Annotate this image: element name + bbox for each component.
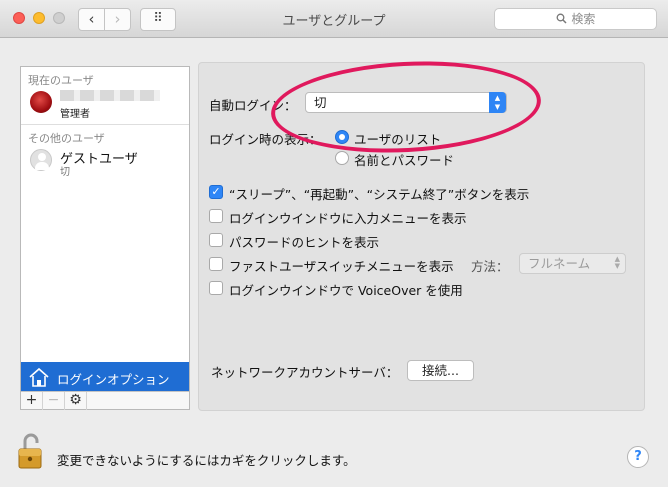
add-user-button[interactable]: + bbox=[21, 392, 43, 410]
redacted-user-name bbox=[60, 90, 160, 101]
radio-name-password-label: 名前とパスワード bbox=[354, 153, 455, 168]
checkbox-input-menu-label: ログインウインドウに入力メニューを表示 bbox=[229, 211, 467, 226]
login-options-label: ログインオプション bbox=[57, 372, 170, 387]
search-field[interactable]: 検索 bbox=[494, 8, 657, 30]
guest-avatar-icon bbox=[30, 149, 52, 171]
house-icon bbox=[29, 367, 49, 387]
title-bar: ‹ › ⠿ ユーザとグループ 検索 bbox=[0, 0, 668, 38]
other-users-section-header: その他のユーザ bbox=[28, 132, 105, 145]
checkbox-voiceover-label: ログインウインドウで VoiceOver を使用 bbox=[229, 283, 463, 298]
search-icon bbox=[556, 10, 568, 30]
display-label: ログイン時の表示： bbox=[209, 132, 322, 147]
method-value: フルネーム bbox=[528, 256, 591, 271]
checkbox-password-hints[interactable] bbox=[209, 233, 223, 247]
checkbox-fast-user-switching-label: ファストユーザスイッチメニューを表示 bbox=[229, 259, 454, 274]
radio-user-list[interactable] bbox=[335, 130, 349, 144]
auto-login-popup[interactable]: 切 ▲ ▼ bbox=[305, 92, 507, 113]
chevron-updown-icon: ▲ ▼ bbox=[489, 92, 506, 113]
radio-user-list-label: ユーザのリスト bbox=[354, 132, 442, 147]
network-server-label: ネットワークアカウントサーバ： bbox=[211, 365, 399, 380]
help-button[interactable]: ? bbox=[627, 446, 649, 468]
lock-instruction-text: 変更できないようにするにはカギをクリックします。 bbox=[57, 453, 356, 468]
current-user-section-header: 現在のユーザ bbox=[28, 74, 94, 87]
remove-user-button[interactable]: − bbox=[43, 392, 65, 410]
checkbox-voiceover[interactable] bbox=[209, 281, 223, 295]
guest-user-item[interactable]: ゲストユーザ 切 bbox=[21, 144, 189, 178]
chevron-updown-icon: ▲ ▼ bbox=[614, 255, 620, 270]
login-options-item[interactable]: ログインオプション bbox=[21, 362, 189, 391]
checkbox-password-hints-label: パスワードのヒントを表示 bbox=[229, 235, 380, 250]
user-avatar bbox=[30, 91, 52, 113]
guest-user-name: ゲストユーザ bbox=[60, 152, 138, 167]
sidebar-action-bar: + − ⚙ bbox=[21, 391, 189, 410]
checkbox-show-power-buttons-label: “スリープ”、“再起動”、“システム終了”ボタンを表示 bbox=[229, 187, 530, 202]
lock-icon[interactable] bbox=[16, 432, 44, 470]
search-placeholder: 検索 bbox=[571, 12, 596, 26]
radio-name-password[interactable] bbox=[335, 151, 349, 165]
checkbox-input-menu[interactable] bbox=[209, 209, 223, 223]
guest-user-status: 切 bbox=[60, 167, 70, 178]
method-popup[interactable]: フルネーム ▲ ▼ bbox=[519, 253, 626, 274]
gear-icon[interactable]: ⚙ bbox=[65, 392, 87, 410]
auto-login-label: 自動ログイン： bbox=[209, 98, 297, 113]
checkbox-show-power-buttons[interactable]: ✓ bbox=[209, 185, 223, 199]
connect-button[interactable]: 接続... bbox=[407, 360, 474, 381]
login-options-panel: 自動ログイン： 切 ▲ ▼ ログイン時の表示： ユーザのリスト 名前とパスワード … bbox=[198, 62, 645, 411]
method-label: 方法： bbox=[471, 259, 509, 274]
auto-login-value: 切 bbox=[314, 95, 327, 110]
checkbox-fast-user-switching[interactable] bbox=[209, 257, 223, 271]
current-user-item[interactable]: 管理者 bbox=[21, 86, 189, 120]
users-sidebar: 現在のユーザ 管理者 その他のユーザ ゲストユーザ 切 ログインオプション + … bbox=[20, 66, 190, 410]
user-role: 管理者 bbox=[60, 109, 90, 120]
